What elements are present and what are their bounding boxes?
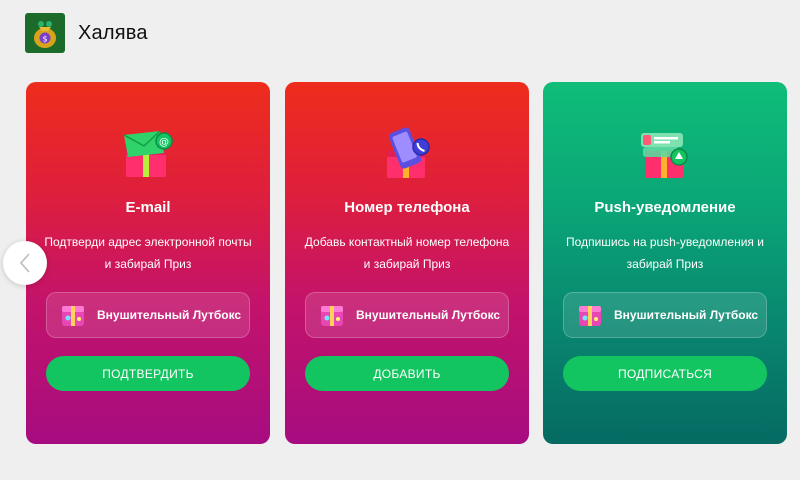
task-card-phone: Номер телефона Добавь контактный номер т… <box>285 82 529 444</box>
card-title: E-mail <box>125 199 171 216</box>
notification-gift-icon <box>641 133 688 178</box>
reward-lootbox: Внушительный Лутбокс <box>46 292 250 338</box>
card-description: Подпишись на push-уведомления и забирай … <box>566 235 764 271</box>
subscribe-button[interactable]: ПОДПИСАТЬСЯ <box>563 356 767 391</box>
card-description: Подтверди адрес электронной почты и заби… <box>44 235 252 271</box>
header: $ Халява <box>25 13 148 53</box>
reward-label: Внушительный Лутбокс <box>97 308 242 322</box>
money-bag-icon[interactable]: $ <box>25 13 65 53</box>
lootbox-icon <box>579 306 601 326</box>
phone-gift-icon <box>387 127 430 178</box>
svg-text:@: @ <box>159 137 169 148</box>
chevron-left-icon <box>19 253 30 273</box>
reward-lootbox: Внушительный Лутбокс <box>563 292 767 338</box>
card-title: Номер телефона <box>344 199 470 216</box>
page-title: Халява <box>78 21 148 44</box>
reward-lootbox: Внушительный Лутбокс <box>305 292 509 338</box>
add-button[interactable]: ДОБАВИТЬ <box>305 356 509 391</box>
reward-label: Внушительный Лутбокс <box>356 308 501 322</box>
svg-text:$: $ <box>42 35 47 44</box>
confirm-button[interactable]: ПОДТВЕРДИТЬ <box>46 356 250 391</box>
task-card-email: @ E-mail Подтверди адрес электронной поч… <box>26 82 270 444</box>
reward-label: Внушительный Лутбокс <box>614 308 759 322</box>
lootbox-icon <box>62 306 84 326</box>
carousel-prev-button[interactable] <box>3 241 47 285</box>
lootbox-icon <box>321 306 343 326</box>
task-card-push: Push-уведомление Подпишись на push-уведо… <box>543 82 787 444</box>
email-gift-icon: @ <box>123 130 173 177</box>
card-description: Добавь контактный номер телефона и забир… <box>304 235 510 271</box>
card-title: Push-уведомление <box>594 199 736 216</box>
